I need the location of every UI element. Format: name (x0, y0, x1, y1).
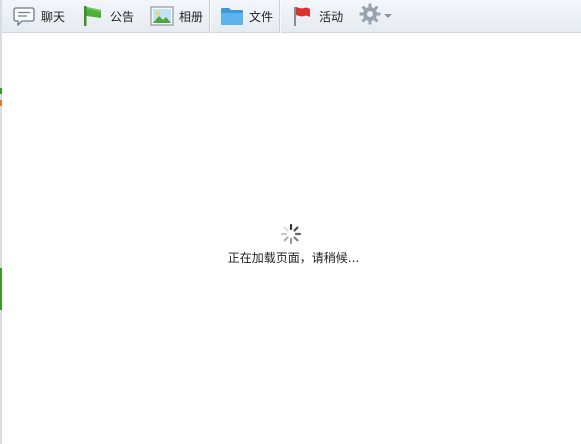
folder-icon (220, 4, 244, 28)
announcement-button[interactable]: 公告 (71, 0, 140, 33)
activity-label: 活动 (319, 9, 344, 24)
announcement-flag-icon (81, 4, 105, 28)
chat-label: 聊天 (41, 9, 66, 24)
loading-text: 正在加载页面，请稍候... (227, 251, 360, 265)
files-label: 文件 (249, 9, 274, 24)
group-toolbar: 聊天 公告 相册 文件 活动 (2, 0, 581, 33)
caret-down-icon (384, 14, 393, 18)
edge-mark-green (0, 88, 2, 94)
album-label: 相册 (179, 9, 204, 24)
app-window: 聊天 公告 相册 文件 活动 正在加载页面，请稍候... (0, 0, 581, 444)
settings-dropdown-button[interactable] (349, 0, 396, 33)
activity-button[interactable]: 活动 (280, 0, 349, 33)
loading-indicator: 正在加载页面，请稍候... (0, 223, 581, 266)
files-button[interactable]: 文件 (210, 0, 279, 33)
album-button[interactable]: 相册 (140, 0, 209, 33)
photo-album-icon (150, 4, 174, 28)
red-flag-icon (290, 4, 314, 28)
edge-mark-green-large (0, 268, 2, 310)
chat-button[interactable]: 聊天 (2, 0, 71, 33)
chat-bubble-icon (12, 4, 36, 28)
announcement-label: 公告 (110, 9, 135, 24)
left-edge-strip (0, 0, 2, 444)
gear-icon (359, 3, 381, 29)
loading-spinner-icon (280, 223, 301, 245)
edge-mark-orange (0, 100, 2, 106)
